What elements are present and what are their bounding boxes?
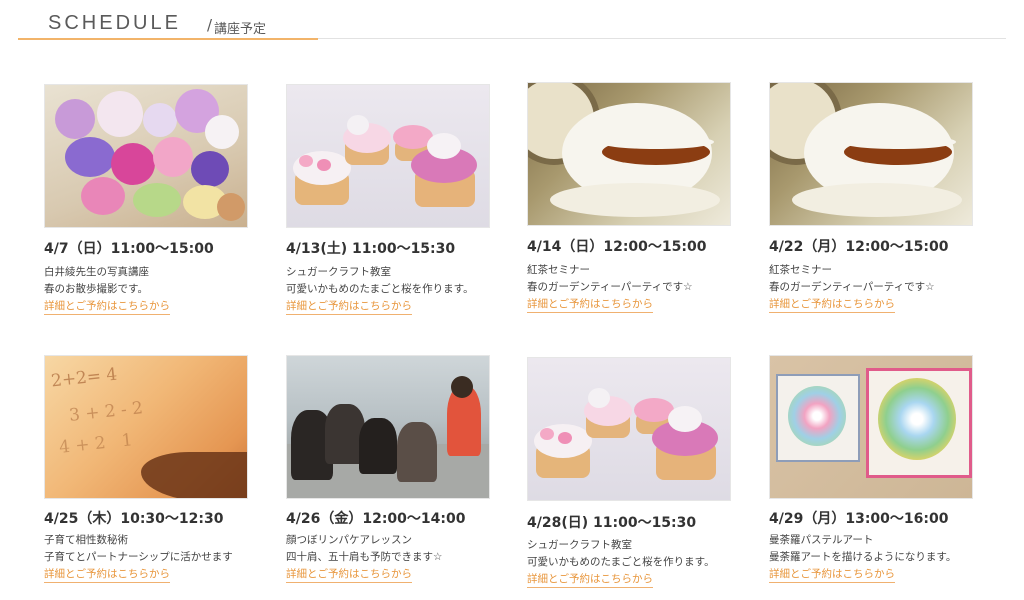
event-description: 四十肩、五十肩も予防できます☆	[286, 551, 443, 563]
event-title: 曼荼羅パステルアート	[769, 534, 874, 546]
details-reservation-link[interactable]: 詳細とご予約はこちらから	[527, 571, 653, 588]
event-description: 子育てとパートナーシップに活かせます	[44, 551, 233, 563]
event-date: 4/28(日) 11:00〜15:30	[527, 515, 697, 531]
details-reservation-link[interactable]: 詳細とご予約はこちらから	[769, 296, 895, 313]
event-date: 4/29（月）13:00〜16:00	[769, 511, 949, 527]
event-date: 4/14（日）12:00〜15:00	[527, 239, 707, 255]
page-header: SCHEDULE / 講座予定	[18, 6, 1006, 40]
event-date: 4/7（日）11:00〜15:00	[44, 241, 214, 257]
details-reservation-link[interactable]: 詳細とご予約はこちらから	[44, 298, 170, 315]
event-title: シュガークラフト教室	[527, 539, 632, 551]
event-title: 子育て相性数秘術	[44, 534, 128, 546]
event-description: 春のガーデンティーパーティです☆	[527, 281, 693, 293]
details-reservation-link[interactable]: 詳細とご予約はこちらから	[44, 566, 170, 583]
event-title: 紅茶セミナー	[527, 264, 590, 276]
event-description: 曼荼羅アートを描けるようになります。	[769, 551, 957, 563]
class-photo[interactable]	[286, 355, 490, 499]
event-title: 顔つぼリンパケアレッスン	[286, 534, 412, 546]
event-description: 可愛いかもめのたまごと桜を作ります。	[286, 283, 474, 295]
details-reservation-link[interactable]: 詳細とご予約はこちらから	[286, 566, 412, 583]
page-subtitle: 講座予定	[214, 22, 267, 37]
details-reservation-link[interactable]: 詳細とご予約はこちらから	[527, 296, 653, 313]
event-date: 4/22（月）12:00〜15:00	[769, 239, 949, 255]
pastel-mandala-photo[interactable]	[769, 355, 973, 499]
event-title: 紅茶セミナー	[769, 264, 832, 276]
flower-bouquet-photo[interactable]	[44, 84, 248, 228]
cupcakes-photo[interactable]	[286, 84, 490, 228]
event-title: 白井綾先生の写真講座	[44, 266, 149, 278]
header-divider	[318, 38, 1006, 39]
teacup-photo[interactable]	[527, 82, 731, 226]
event-date: 4/25（木）10:30〜12:30	[44, 511, 224, 527]
details-reservation-link[interactable]: 詳細とご予約はこちらから	[286, 298, 412, 315]
event-date: 4/26（金）12:00〜14:00	[286, 511, 466, 527]
page-title: SCHEDULE	[48, 12, 181, 34]
details-reservation-link[interactable]: 詳細とご予約はこちらから	[769, 566, 895, 583]
teacup-photo[interactable]	[769, 82, 973, 226]
header-accent-rule	[18, 38, 318, 40]
handwritten-numbers-photo[interactable]: 2+2= 4 3 + 2 - 2 4 + 2 1	[44, 355, 248, 499]
event-description: 春のお散歩撮影です。	[44, 283, 148, 295]
event-title: シュガークラフト教室	[286, 266, 391, 278]
event-date: 4/13(土) 11:00〜15:30	[286, 241, 456, 257]
title-slash: /	[207, 16, 213, 34]
cupcakes-photo[interactable]	[527, 357, 731, 501]
event-description: 春のガーデンティーパーティです☆	[769, 281, 935, 293]
event-description: 可愛いかもめのたまごと桜を作ります。	[527, 556, 715, 568]
